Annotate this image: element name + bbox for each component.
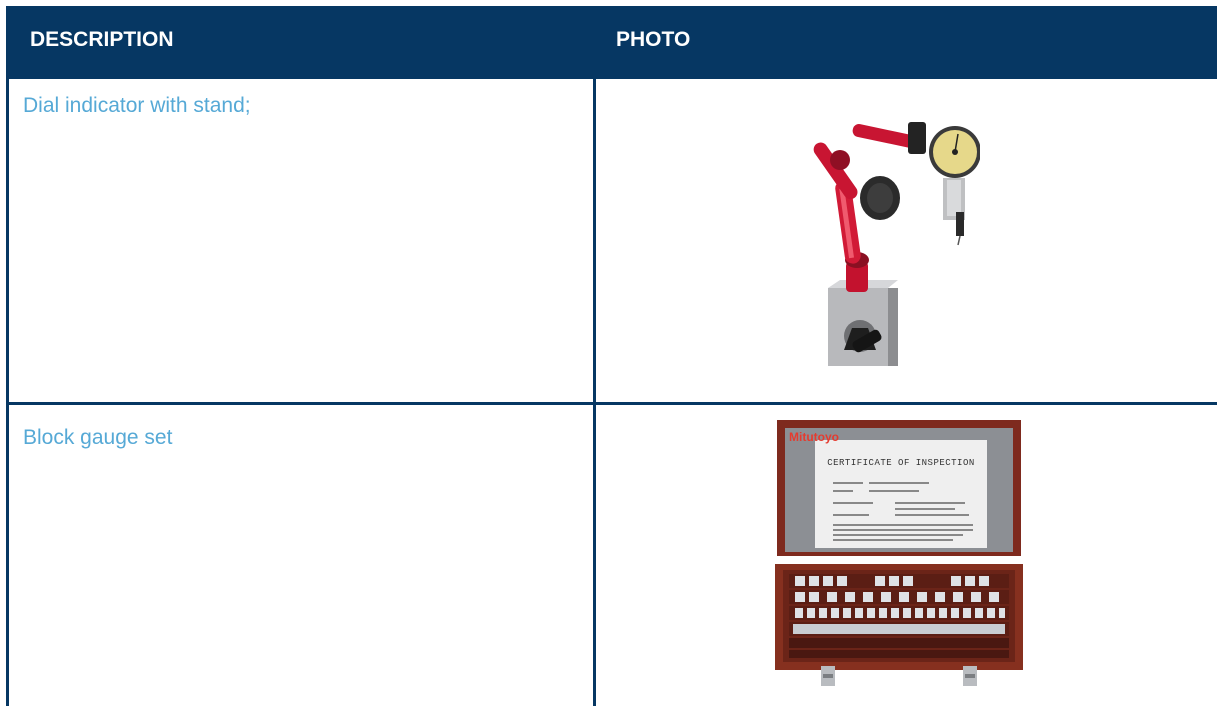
dial-indicator-photo bbox=[800, 110, 981, 372]
row-divider bbox=[6, 402, 1217, 405]
row-2-description: Block gauge set bbox=[23, 426, 173, 449]
table-left-border bbox=[6, 79, 9, 706]
block-gauge-set-photo: Mitutoyo CERTIFICATE OF INSPECTION bbox=[775, 418, 1023, 692]
table-header: DESCRIPTION PHOTO bbox=[6, 6, 1217, 79]
column-divider bbox=[593, 79, 596, 706]
header-photo: PHOTO bbox=[616, 28, 691, 51]
brand-logo: Mitutoyo bbox=[789, 430, 839, 444]
row-1-description: Dial indicator with stand; bbox=[23, 94, 251, 117]
header-description: DESCRIPTION bbox=[30, 28, 174, 51]
certificate-title: CERTIFICATE OF INSPECTION bbox=[827, 458, 975, 468]
equipment-table: DESCRIPTION PHOTO Dial indicator with st… bbox=[0, 0, 1217, 706]
